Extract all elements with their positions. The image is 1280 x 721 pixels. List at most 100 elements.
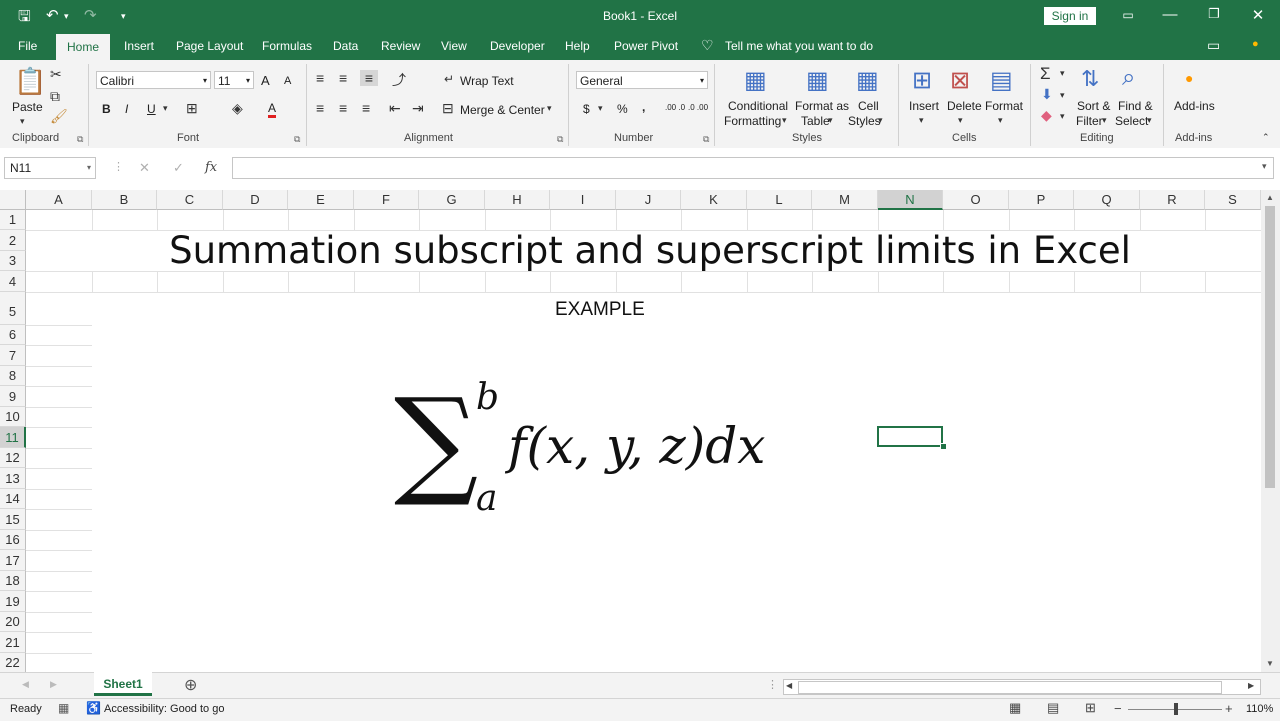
ribbon-display-icon[interactable]: ▭ <box>1118 8 1138 22</box>
horizontal-scrollbar[interactable]: ◀ ▶ <box>783 679 1261 695</box>
sort-dropdown-icon[interactable]: ▾ <box>1102 115 1107 126</box>
scroll-right-icon[interactable]: ▶ <box>1248 681 1254 690</box>
format-cells-icon[interactable]: ▤ <box>990 66 1013 95</box>
cell-styles-button-line2[interactable]: Styles <box>848 114 881 128</box>
row-header[interactable]: 13 <box>0 468 26 489</box>
active-cell-n11[interactable] <box>877 426 943 447</box>
comma-button[interactable]: , <box>642 100 645 114</box>
sign-in-button[interactable]: Sign in <box>1044 7 1096 25</box>
sort-filter-button[interactable]: Sort & <box>1077 99 1110 113</box>
column-header[interactable]: C <box>157 190 223 210</box>
macro-record-icon[interactable]: ▦ <box>58 701 69 715</box>
conditional-dropdown-icon[interactable]: ▾ <box>782 115 787 126</box>
column-header[interactable]: F <box>354 190 419 210</box>
format-as-table-button-line2[interactable]: Table <box>801 114 830 128</box>
increase-indent-icon[interactable]: ⇥ <box>412 100 424 117</box>
column-header[interactable]: E <box>288 190 354 210</box>
align-bottom-icon[interactable]: ≡ <box>360 70 378 86</box>
grow-font-button[interactable]: A <box>261 73 270 88</box>
vertical-scroll-thumb[interactable] <box>1265 206 1275 488</box>
row-header[interactable]: 19 <box>0 591 26 612</box>
merge-center-button[interactable]: Merge & Center <box>460 103 545 117</box>
page-break-view-icon[interactable]: ⊞ <box>1085 700 1096 716</box>
delete-cells-button[interactable]: Delete <box>947 99 982 113</box>
smiley-icon[interactable]: ● <box>1252 38 1259 50</box>
column-header[interactable]: H <box>485 190 550 210</box>
column-header[interactable]: S <box>1205 190 1261 210</box>
row-header[interactable]: 5 <box>0 292 26 325</box>
cell-styles-dropdown-icon[interactable]: ▾ <box>878 115 883 126</box>
horizontal-scroll-thumb[interactable] <box>798 681 1222 694</box>
shrink-font-button[interactable]: A <box>284 75 291 87</box>
fill-handle[interactable] <box>940 443 947 450</box>
format-as-table-icon[interactable]: ▦ <box>806 66 829 95</box>
tab-power-pivot[interactable]: Power Pivot <box>614 39 678 53</box>
tab-insert[interactable]: Insert <box>124 39 154 53</box>
row-header[interactable]: 21 <box>0 632 26 653</box>
borders-icon[interactable]: ⊞ <box>186 100 198 117</box>
tab-split-icon[interactable]: ⋮ <box>767 678 778 691</box>
fill-dropdown-icon[interactable]: ▾ <box>1060 90 1065 101</box>
comments-icon[interactable]: ▭ <box>1207 37 1220 54</box>
alignment-launcher-icon[interactable]: ⧉ <box>557 134 563 145</box>
paste-button[interactable]: Paste <box>12 100 43 114</box>
cell-styles-icon[interactable]: ▦ <box>856 66 879 95</box>
column-header[interactable]: B <box>92 190 157 210</box>
column-header[interactable]: D <box>223 190 288 210</box>
font-name-select[interactable]: Calibri ▾ <box>96 71 211 89</box>
fill-icon[interactable]: ⬇ <box>1041 86 1053 103</box>
zoom-out-icon[interactable]: − <box>1114 701 1122 716</box>
column-header[interactable]: G <box>419 190 485 210</box>
tab-review[interactable]: Review <box>381 39 420 53</box>
row-header[interactable]: 15 <box>0 509 26 530</box>
italic-button[interactable]: I <box>125 102 128 116</box>
row-header[interactable]: 6 <box>0 325 26 345</box>
sheet-tab-sheet1[interactable]: Sheet1 <box>94 672 152 696</box>
row-header[interactable]: 9 <box>0 386 26 407</box>
row-header[interactable]: 7 <box>0 345 26 366</box>
expand-formula-icon[interactable]: ▾ <box>1262 161 1267 172</box>
number-launcher-icon[interactable]: ⧉ <box>703 134 709 145</box>
align-right-icon[interactable]: ≡ <box>362 100 370 116</box>
row-header[interactable]: 12 <box>0 448 26 468</box>
cell-styles-button[interactable]: Cell <box>858 99 879 113</box>
align-left-icon[interactable]: ≡ <box>316 100 324 116</box>
column-header[interactable]: M <box>812 190 878 210</box>
add-ins-icon[interactable]: ● <box>1185 70 1193 86</box>
column-header[interactable]: A <box>26 190 92 210</box>
tab-data[interactable]: Data <box>333 39 358 53</box>
column-header[interactable]: P <box>1009 190 1074 210</box>
clipboard-launcher-icon[interactable]: ⧉ <box>77 134 83 145</box>
fill-color-icon[interactable]: ◈ <box>232 100 243 117</box>
summation-equation[interactable]: ∑ b a f(x, y, z)dx <box>390 372 810 535</box>
row-header[interactable]: 20 <box>0 612 26 632</box>
next-sheet-icon[interactable]: ▶ <box>50 679 57 690</box>
column-header[interactable]: R <box>1140 190 1205 210</box>
collapse-ribbon-icon[interactable]: ⌃ <box>1262 132 1270 143</box>
redo-icon[interactable]: ↷ <box>84 6 97 24</box>
undo-dropdown-icon[interactable]: ▾ <box>64 11 69 22</box>
insert-cells-icon[interactable]: ⊞ <box>912 66 932 95</box>
wrap-text-button[interactable]: Wrap Text <box>460 74 514 88</box>
confirm-entry-button[interactable]: ✓ <box>173 160 184 176</box>
column-header[interactable]: O <box>943 190 1009 210</box>
tab-file[interactable]: File <box>18 39 37 53</box>
autosum-icon[interactable]: Σ <box>1040 64 1051 84</box>
row-header[interactable]: 14 <box>0 489 26 509</box>
row-header[interactable]: 4 <box>0 271 26 292</box>
sort-filter-icon[interactable]: ⇅ <box>1081 66 1099 92</box>
tab-help[interactable]: Help <box>565 39 590 53</box>
decrease-indent-icon[interactable]: ⇤ <box>389 100 401 117</box>
format-painter-icon[interactable]: 🖌 <box>50 108 68 125</box>
row-header[interactable]: 1 <box>0 210 26 230</box>
increase-decimal-button[interactable]: .00 .0 <box>665 104 685 112</box>
column-header[interactable]: J <box>616 190 681 210</box>
row-header[interactable]: 22 <box>0 653 26 672</box>
find-select-button[interactable]: Find & <box>1118 99 1153 113</box>
font-launcher-icon[interactable]: ⧉ <box>294 134 300 145</box>
row-header-selected[interactable]: 11 <box>0 427 26 448</box>
scroll-up-icon[interactable]: ▲ <box>1266 193 1274 202</box>
tell-me-search[interactable]: Tell me what you want to do <box>725 39 873 53</box>
scroll-down-icon[interactable]: ▼ <box>1266 659 1274 668</box>
find-dropdown-icon[interactable]: ▾ <box>1147 115 1152 126</box>
